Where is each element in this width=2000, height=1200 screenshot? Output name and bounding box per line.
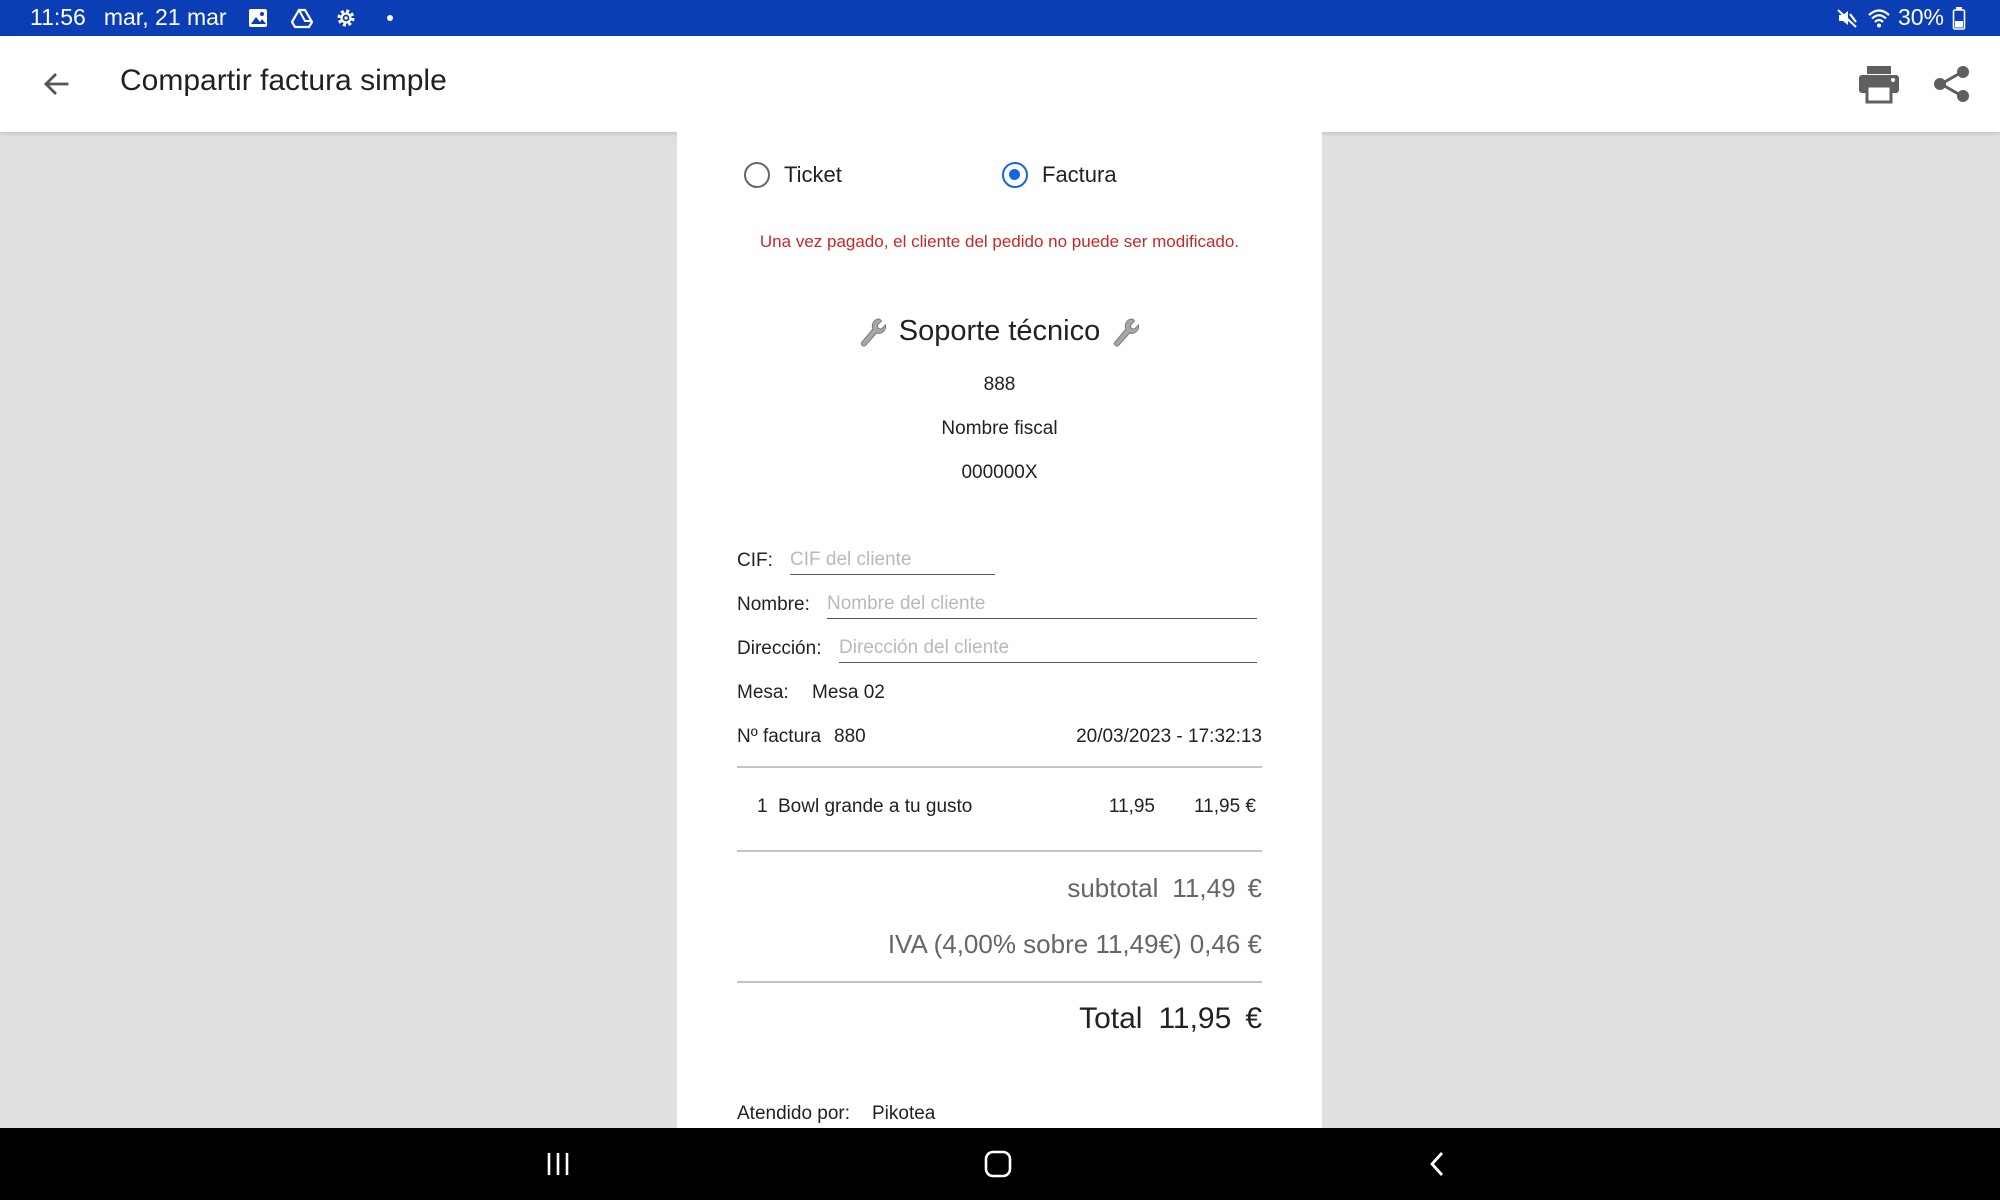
divider <box>737 850 1262 852</box>
radio-ticket[interactable]: Ticket <box>744 162 842 188</box>
name-label: Nombre: <box>737 594 810 615</box>
cif-label: CIF: <box>737 550 773 571</box>
home-icon <box>982 1148 1014 1180</box>
drive-icon <box>289 5 315 31</box>
arrow-back-icon <box>41 69 71 99</box>
subtotal-label: subtotal <box>1067 873 1159 903</box>
address-input[interactable] <box>839 634 1257 663</box>
divider <box>737 981 1262 983</box>
recents-icon <box>543 1149 573 1179</box>
tax-label: IVA (4,00% sobre 11,49€) <box>887 929 1182 959</box>
business-code: 888 <box>983 374 1016 395</box>
print-button[interactable] <box>1855 60 1903 108</box>
divider <box>737 766 1262 768</box>
image-icon <box>245 5 271 31</box>
subtotal-currency: € <box>1247 873 1262 903</box>
radio-factura-label: Factura <box>1042 162 1117 187</box>
tax-row: IVA (4,00% sobre 11,49€) 0,46 € <box>888 929 1262 960</box>
nav-back-button[interactable] <box>1408 1140 1468 1188</box>
address-label: Dirección: <box>737 638 822 659</box>
status-bar-left: 11:56 mar, 21 mar <box>30 4 421 31</box>
radio-factura-circle[interactable] <box>1002 162 1028 188</box>
home-button[interactable] <box>968 1140 1028 1188</box>
item-name: Bowl grande a tu gusto <box>778 796 973 817</box>
radio-ticket-label: Ticket <box>784 162 842 187</box>
total-row: Total 11,95 € <box>1079 1002 1262 1036</box>
nav-back-icon <box>1423 1149 1453 1179</box>
warning-message: Una vez pagado, el cliente del pedido no… <box>759 232 1240 251</box>
receipt-paper: Ticket Factura Una vez pagado, el client… <box>677 132 1322 1128</box>
wifi-icon <box>1866 5 1892 31</box>
navigation-bar <box>0 1128 2000 1200</box>
invoice-label: Nº factura <box>737 726 822 747</box>
tax-value: 0,46 € <box>1189 929 1262 959</box>
status-bar-right: 30% <box>1834 4 1978 31</box>
invoice-datetime: 20/03/2023 - 17:32:13 <box>1076 726 1262 747</box>
wrench-icon <box>1110 316 1142 348</box>
total-value: 11,95 <box>1158 1002 1232 1035</box>
business-name-row: Soporte técnico <box>677 315 1322 348</box>
radio-factura[interactable]: Factura <box>1002 162 1117 188</box>
status-bar: 11:56 mar, 21 mar 30% <box>0 0 2000 36</box>
total-label: Total <box>1079 1002 1143 1035</box>
item-qty: 1 <box>757 796 768 817</box>
share-button[interactable] <box>1928 60 1976 108</box>
tax-id: 000000X <box>961 462 1038 483</box>
back-button[interactable] <box>32 60 80 108</box>
battery-icon <box>1946 5 1972 31</box>
fiscal-name: Nombre fiscal <box>941 418 1058 439</box>
wrench-icon <box>857 316 889 348</box>
radio-ticket-circle[interactable] <box>744 162 770 188</box>
settings-icon <box>333 5 359 31</box>
battery-percentage: 30% <box>1897 4 1944 30</box>
share-icon <box>1932 64 1972 104</box>
served-by-label: Atendido por: <box>737 1103 851 1124</box>
total-currency: € <box>1245 1002 1262 1035</box>
subtotal-value: 11,49 <box>1172 873 1236 903</box>
invoice-number: 880 <box>834 726 866 747</box>
status-time: 11:56 <box>30 4 86 30</box>
table-value: Mesa 02 <box>812 682 885 703</box>
item-unit-price: 11,95 <box>1108 796 1155 817</box>
mute-icon <box>1834 5 1860 31</box>
item-total: 11,95 € <box>1194 796 1256 817</box>
cif-input[interactable] <box>790 546 995 575</box>
print-icon <box>1857 64 1901 104</box>
name-input[interactable] <box>827 590 1257 619</box>
recents-button[interactable] <box>528 1140 588 1188</box>
page-title: Compartir factura simple <box>120 64 447 97</box>
business-name: Soporte técnico <box>898 315 1101 347</box>
dot-icon <box>377 5 403 31</box>
table-label: Mesa: <box>737 682 789 703</box>
subtotal-row: subtotal 11,49 € <box>1067 873 1262 904</box>
served-by-value: Pikotea <box>872 1103 936 1124</box>
status-date: mar, 21 mar <box>103 4 227 30</box>
app-bar: Compartir factura simple <box>0 36 2000 132</box>
